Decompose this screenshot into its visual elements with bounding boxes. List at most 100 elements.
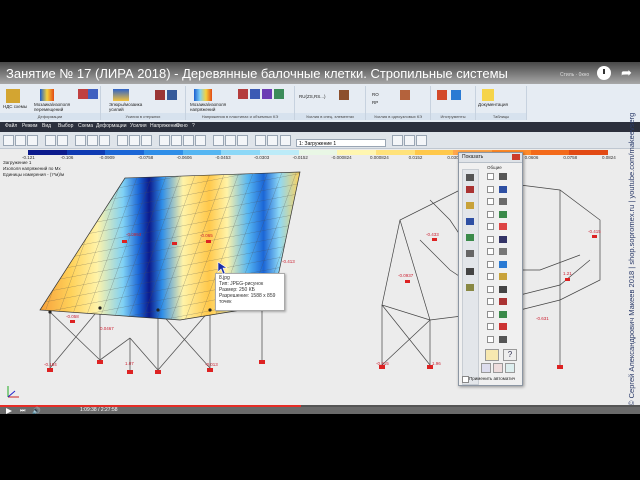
redo-icon[interactable] (57, 135, 68, 146)
ux-icon[interactable] (88, 89, 98, 99)
show-option-checkbox[interactable] (487, 285, 494, 293)
elements-icon[interactable] (237, 135, 248, 146)
save-icon[interactable] (27, 135, 38, 146)
next-load-icon[interactable] (267, 135, 278, 146)
mxy-icon[interactable] (262, 89, 272, 99)
stress-mosaic-icon[interactable] (194, 89, 212, 101)
show-option-icon (499, 198, 507, 205)
model-viewport[interactable]: -0.0953 -0.065 -0.058 0.0467 1.07 -0.413… (0, 160, 640, 405)
left-label-6: -0.013 (205, 362, 218, 367)
menu-deformations[interactable]: Деформации (96, 123, 127, 129)
qx-icon[interactable] (274, 89, 284, 99)
fragment-icon[interactable] (141, 135, 152, 146)
category-misc-icon[interactable] (466, 284, 474, 291)
reset-icon[interactable] (505, 363, 515, 373)
view-iso-icon[interactable] (195, 135, 206, 146)
author-credit: © Сергей Александрович Макеев 2018 | sho… (627, 112, 636, 406)
show-option-checkbox[interactable] (487, 248, 494, 255)
my-icon[interactable] (250, 89, 260, 99)
ribbon-caption-deformations: Деформации (0, 113, 100, 120)
select-icon[interactable] (117, 135, 128, 146)
show-panel-categories (462, 169, 479, 385)
node-force-icon[interactable] (400, 90, 410, 100)
video-title[interactable]: Занятие № 17 (ЛИРА 2018) - Деревянные ба… (6, 66, 508, 81)
funnel-icon[interactable] (493, 363, 503, 373)
rotate-icon[interactable] (99, 135, 110, 146)
menu-window[interactable]: Окно (176, 123, 188, 129)
category-loads-icon[interactable] (466, 202, 474, 209)
show-option-checkbox[interactable] (487, 185, 494, 193)
m-force-icon[interactable] (167, 90, 177, 100)
category-elements-icon[interactable] (466, 186, 474, 193)
ribbon-caption-tools: Инструменты (431, 113, 475, 120)
nds-scheme-icon[interactable] (6, 89, 20, 103)
zoom-in-icon[interactable] (75, 135, 86, 146)
force-diagram-icon[interactable] (113, 89, 129, 101)
open-icon[interactable] (15, 135, 26, 146)
filter-icon[interactable] (129, 135, 140, 146)
load-list-icon[interactable] (280, 135, 291, 146)
menu-scheme[interactable]: Схема (78, 123, 93, 129)
tool2-icon[interactable] (451, 90, 461, 100)
mx-icon[interactable] (238, 89, 248, 99)
prev-load-icon[interactable] (255, 135, 266, 146)
menu-view[interactable]: Вид (42, 123, 51, 129)
show-option-checkbox[interactable] (487, 323, 494, 330)
calc-icon[interactable] (392, 135, 403, 146)
nodes-icon[interactable] (225, 135, 236, 146)
show-option-checkbox[interactable] (487, 310, 494, 318)
close-icon[interactable] (512, 154, 520, 160)
filter-small-icon[interactable] (481, 363, 491, 373)
menu-file[interactable]: Файл (5, 123, 17, 129)
show-option-checkbox[interactable] (487, 223, 494, 230)
category-view-icon[interactable] (466, 268, 474, 275)
category-results-icon[interactable] (466, 250, 474, 257)
share-icon[interactable]: ➦ (621, 66, 635, 80)
view-x-icon[interactable] (159, 135, 170, 146)
special-element-icon[interactable] (339, 90, 349, 100)
menu-help[interactable]: ? (192, 123, 195, 129)
show-option-checkbox[interactable] (487, 260, 494, 268)
menu-select[interactable]: Выбор (58, 123, 73, 129)
n-force-icon[interactable] (155, 90, 165, 100)
ro-label: RO (372, 92, 379, 97)
category-supports-icon[interactable] (466, 234, 474, 241)
show-option-checkbox[interactable] (487, 273, 494, 280)
tool-icon[interactable] (437, 90, 447, 100)
grid-icon[interactable] (213, 135, 224, 146)
left-label-7: -0.154 (44, 362, 57, 367)
watch-later-icon[interactable] (597, 66, 611, 80)
menu-mode[interactable]: Режим (22, 123, 37, 129)
results-icon[interactable] (404, 135, 415, 146)
show-panel-header[interactable]: Показать (459, 153, 522, 163)
flags-icon[interactable] (416, 135, 427, 146)
right-label-6: -0.215 (376, 361, 389, 366)
undo-icon[interactable] (45, 135, 56, 146)
menu-forces[interactable]: Усилия (130, 123, 147, 129)
zoom-out-icon[interactable] (87, 135, 98, 146)
right-label-3: 1.21 (563, 271, 572, 276)
help-icon[interactable]: ? (503, 349, 517, 361)
show-option-checkbox[interactable] (487, 235, 494, 243)
show-panel[interactable]: Показать Общие ? Применить автоматич (458, 152, 523, 386)
view-z-icon[interactable] (183, 135, 194, 146)
load-case-select[interactable]: 1: Загружение 1 (296, 139, 386, 147)
show-option-checkbox[interactable] (487, 335, 494, 343)
view-y-icon[interactable] (171, 135, 182, 146)
apply-icon[interactable] (485, 349, 499, 361)
show-option-checkbox[interactable] (487, 298, 494, 305)
menu-stresses[interactable]: Напряжения (150, 123, 179, 129)
show-option-icon (499, 210, 507, 218)
displacement-mosaic-icon[interactable] (40, 89, 54, 101)
show-option-checkbox[interactable] (487, 173, 494, 180)
new-icon[interactable] (3, 135, 14, 146)
documentation-icon[interactable] (482, 89, 494, 101)
show-option-checkbox[interactable] (487, 210, 494, 218)
ribbon-group-plate-stresses: Мозаика/изополя напряжений Напряжения в … (186, 86, 295, 120)
category-nodes-icon[interactable] (466, 174, 474, 181)
auto-apply-checkbox[interactable] (462, 376, 469, 383)
category-materials-icon[interactable] (466, 218, 474, 225)
rz-icon[interactable] (78, 89, 88, 99)
show-option-icon (499, 260, 507, 268)
show-option-checkbox[interactable] (487, 198, 494, 205)
